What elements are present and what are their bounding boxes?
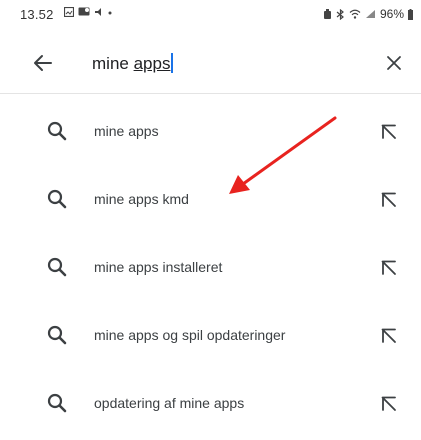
search-icon xyxy=(47,257,67,277)
arrow-up-left-icon xyxy=(381,396,396,411)
status-bar: 13.52 96% xyxy=(0,0,421,30)
message-notification-icon xyxy=(78,7,90,16)
suggestion-label: mine apps kmd xyxy=(94,191,189,207)
play-store-search-screen: 13.52 96% mine apps mine apps mine apps … xyxy=(0,0,421,413)
suggestion-item[interactable]: mine apps og spil opdateringer xyxy=(0,304,421,372)
suggestion-label: mine apps og spil opdateringer xyxy=(94,327,286,343)
battery-percent: 96% xyxy=(379,7,404,21)
suggestion-label: mine apps xyxy=(94,123,159,139)
dot-notification-icon xyxy=(108,11,112,15)
clear-search-button[interactable] xyxy=(379,48,409,78)
suggestion-item[interactable]: mine apps installeret xyxy=(0,236,421,304)
suggestion-item[interactable]: mine apps xyxy=(0,100,421,168)
suggestion-label: opdatering af mine apps xyxy=(94,395,245,411)
search-bar: mine apps xyxy=(0,40,421,86)
bluetooth-icon xyxy=(336,8,344,20)
suggestion-item[interactable]: mine apps kmd xyxy=(0,168,421,236)
arrow-up-left-icon xyxy=(381,260,396,275)
arrow-up-left-icon xyxy=(381,124,396,139)
wifi-icon xyxy=(349,9,361,19)
alarm-icon xyxy=(323,8,331,19)
search-input[interactable] xyxy=(92,48,372,78)
fill-query-button[interactable] xyxy=(374,253,404,283)
status-time: 13.52 xyxy=(20,7,54,22)
fill-query-button[interactable] xyxy=(374,185,404,215)
search-icon xyxy=(47,325,67,345)
suggestion-item[interactable]: opdatering af mine apps xyxy=(0,372,421,440)
search-icon xyxy=(47,393,67,413)
arrow-left-icon xyxy=(34,55,52,71)
fill-query-button[interactable] xyxy=(374,117,404,147)
fill-query-button[interactable] xyxy=(374,321,404,351)
search-icon xyxy=(47,189,67,209)
suggestion-list: mine apps mine apps kmd mine apps instal… xyxy=(0,100,421,440)
suggestion-label: mine apps installeret xyxy=(94,259,223,275)
volume-notification-icon xyxy=(95,8,101,16)
close-icon xyxy=(387,56,401,70)
notification-icons xyxy=(64,7,112,17)
header-divider xyxy=(0,93,421,94)
back-button[interactable] xyxy=(28,48,58,78)
arrow-up-left-icon xyxy=(381,192,396,207)
status-right: 96% xyxy=(323,7,413,21)
signal-icon xyxy=(365,10,375,18)
search-icon xyxy=(47,121,67,141)
battery-icon xyxy=(408,8,413,20)
arrow-up-left-icon xyxy=(381,328,396,343)
fill-query-button[interactable] xyxy=(374,389,404,419)
gallery-notification-icon xyxy=(64,7,74,17)
